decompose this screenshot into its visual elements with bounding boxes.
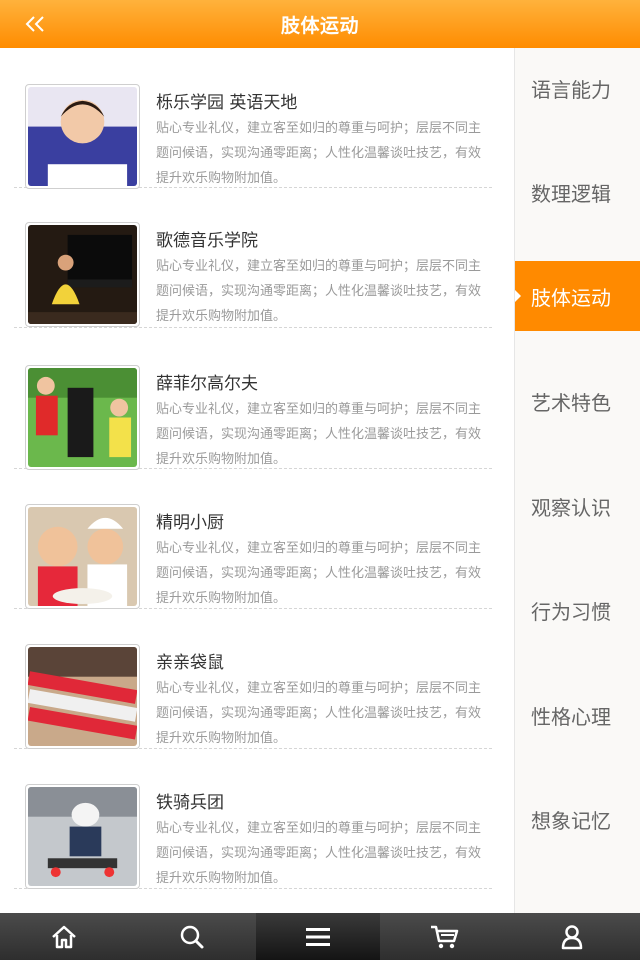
item-description: 贴心专业礼仪，建立客至如归的尊重与呵护；层层不同主题问候语，实现沟通零距离；人性… [156,681,482,746]
cart-icon [431,925,459,948]
sidebar-item-habits[interactable]: 行为习惯 [515,575,640,645]
item-title[interactable]: 薛菲尔高尔夫 [156,369,258,394]
course-thumbnail[interactable] [25,504,140,609]
sidebar-item-label: 数理逻辑 [531,181,611,206]
sidebar-item-language[interactable]: 语言能力 [515,53,640,123]
list-item[interactable]: 薛菲尔高尔夫 贴心专业礼仪，建立客至如归的尊重与呵护；层层不同主题问候语，实现沟… [14,328,492,470]
home-button[interactable] [0,913,128,960]
user-icon [561,924,583,949]
sidebar-item-logic[interactable]: 数理逻辑 [515,157,640,227]
sidebar-item-label: 行为习惯 [531,599,611,624]
user-button[interactable] [508,913,636,960]
page-title: 肢体运动 [280,14,359,37]
sidebar-item-label: 想象记忆 [531,808,611,833]
item-title[interactable]: 栎乐学园 英语天地 [156,88,297,113]
home-icon [52,925,76,948]
sidebar-item-label: 性格心理 [531,704,611,729]
item-description: 贴心专业礼仪，建立客至如归的尊重与呵护；层层不同主题问候语，实现沟通零距离；人性… [156,259,482,324]
item-title[interactable]: 亲亲袋鼠 [156,648,224,673]
sidebar-item-memory[interactable]: 想象记忆 [515,784,640,854]
list-item[interactable]: 铁骑兵团 贴心专业礼仪，建立客至如归的尊重与呵护；层层不同主题问候语，实现沟通零… [14,749,492,889]
list-item[interactable]: 亲亲袋鼠 贴心专业礼仪，建立客至如归的尊重与呵护；层层不同主题问候语，实现沟通零… [14,609,492,749]
course-thumbnail[interactable] [25,84,140,189]
course-thumbnail[interactable] [25,644,140,749]
menu-icon [306,927,330,946]
top-header: 肢体运动 [0,0,640,48]
item-description: 贴心专业礼仪，建立客至如归的尊重与呵护；层层不同主题问候语，实现沟通零距离；人性… [156,402,482,467]
item-title[interactable]: 精明小厨 [156,508,224,533]
sidebar-item-personality[interactable]: 性格心理 [515,680,640,750]
search-icon [180,925,204,948]
course-list: 栎乐学园 英语天地 贴心专业礼仪，建立客至如归的尊重与呵护；层层不同主题问候语，… [0,48,514,913]
sidebar-item-label: 观察认识 [531,495,611,520]
course-thumbnail[interactable] [25,222,140,327]
list-item[interactable]: 精明小厨 贴心专业礼仪，建立客至如归的尊重与呵护；层层不同主题问候语，实现沟通零… [14,469,492,609]
active-caret-icon [515,290,521,302]
course-thumbnail[interactable] [25,365,140,470]
sidebar-item-label: 艺术特色 [531,390,611,415]
item-title[interactable]: 歌德音乐学院 [156,226,258,251]
item-title[interactable]: 铁骑兵团 [156,788,224,813]
course-thumbnail[interactable] [25,784,140,889]
sidebar-item-physical[interactable]: 肢体运动 [515,261,640,331]
sidebar-item-art[interactable]: 艺术特色 [515,366,640,436]
item-description: 贴心专业礼仪，建立客至如归的尊重与呵护；层层不同主题问候语，实现沟通零距离；人性… [156,121,482,186]
list-item[interactable]: 歌德音乐学院 贴心专业礼仪，建立客至如归的尊重与呵护；层层不同主题问候语，实现沟… [14,188,492,328]
sidebar-item-observation[interactable]: 观察认识 [515,471,640,541]
sidebar-item-label: 肢体运动 [531,285,611,310]
list-item[interactable]: 栎乐学园 英语天地 贴心专业礼仪，建立客至如归的尊重与呵护；层层不同主题问候语，… [14,48,492,189]
cart-button[interactable] [380,913,508,960]
back-button[interactable] [18,10,52,38]
item-description: 贴心专业礼仪，建立客至如归的尊重与呵护；层层不同主题问候语，实现沟通零距离；人性… [156,821,482,886]
double-chevron-left-icon [25,16,44,32]
bottom-nav [0,913,640,960]
item-description: 贴心专业礼仪，建立客至如归的尊重与呵护；层层不同主题问候语，实现沟通零距离；人性… [156,541,482,606]
category-sidebar: 语言能力 数理逻辑 肢体运动 艺术特色 观察认识 行为习惯 性格心理 想象记忆 [514,48,640,913]
search-button[interactable] [128,913,256,960]
sidebar-item-label: 语言能力 [531,77,611,102]
menu-button[interactable] [256,913,380,960]
